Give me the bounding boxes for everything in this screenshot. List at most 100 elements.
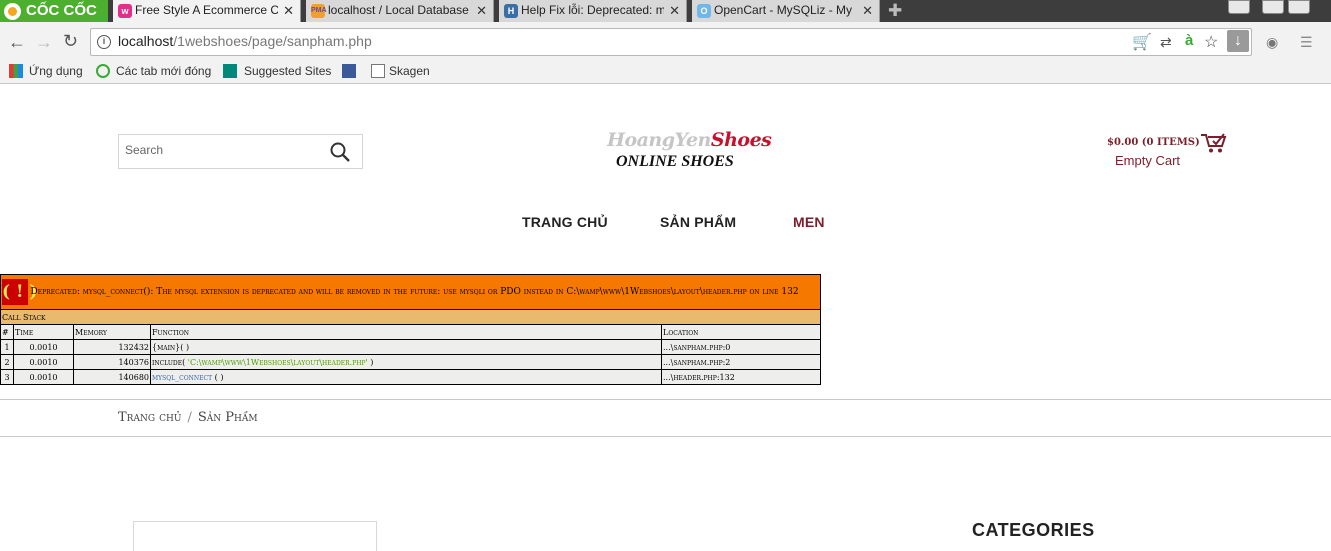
breadcrumb-home[interactable]: Trang chủ: [118, 410, 181, 425]
phpmyadmin-favicon-icon: PMA: [311, 4, 327, 18]
function-suffix: ): [367, 357, 374, 367]
col-location: Location: [661, 324, 821, 340]
search-icon[interactable]: [330, 142, 350, 162]
function-suffix: ( ): [212, 372, 224, 382]
apps-grid-icon: [9, 64, 23, 78]
close-tab-icon[interactable]: ✕: [283, 0, 294, 21]
stack-cell-location: ...\header.php:132: [661, 369, 821, 385]
site-logo[interactable]: HoangYenShoes: [607, 129, 772, 151]
tab-opencart[interactable]: O OpenCart - MySQLiz - My ✕: [692, 0, 880, 22]
stack-cell-n: 1: [0, 339, 14, 355]
breadcrumb-separator: /: [187, 410, 192, 425]
minimize-icon[interactable]: [1262, 0, 1284, 14]
function-link[interactable]: mysql_connect: [152, 373, 212, 382]
new-tab-icon[interactable]: ✚: [888, 1, 902, 21]
stack-cell-memory: 140680: [73, 369, 151, 385]
cart-total[interactable]: $0.00 (0 ITEMS): [1107, 137, 1200, 148]
nav-men[interactable]: MEN: [793, 214, 825, 230]
col-memory: Memory: [73, 324, 151, 340]
stack-cell-n: 3: [0, 369, 14, 385]
bookmark-skagen[interactable]: Skagen: [389, 62, 430, 80]
error-message-row: ( ! ) Deprecated: mysql_connect(): The m…: [0, 274, 821, 310]
product-card-placeholder: [133, 521, 377, 551]
nav-products[interactable]: SẢN PHẨM: [660, 214, 736, 230]
logo-subtitle: ONLINE SHOES: [616, 153, 734, 170]
bookmark-suggested-sites[interactable]: Suggested Sites: [244, 62, 331, 80]
forward-icon[interactable]: →: [35, 32, 53, 53]
tab-free-style[interactable]: w Free Style A Ecommerce C ✕: [113, 0, 301, 22]
call-stack-row: Call Stack: [0, 309, 821, 325]
stack-cell-function: {main}( ): [150, 339, 662, 355]
coccoc-logo-icon: [4, 3, 21, 20]
stack-cell-n: 2: [0, 354, 14, 370]
stack-row: 2 0.0010 140376 include( 'C:\wamp\www\1W…: [0, 354, 821, 370]
ecommerce-favicon-icon: w: [118, 4, 132, 18]
stack-cell-time: 0.0010: [13, 339, 74, 355]
maximize-icon[interactable]: [1288, 0, 1310, 14]
logo-text-part1: HoangYen: [607, 129, 711, 151]
categories-heading: CATEGORIES: [972, 520, 1095, 540]
close-tab-icon[interactable]: ✕: [862, 0, 873, 21]
page-icon: [371, 64, 385, 78]
browser-brand-label: CỐC CỐC: [26, 2, 97, 19]
forum-favicon-icon: H: [504, 4, 518, 18]
call-stack-label: Call Stack: [0, 309, 821, 325]
bookmarks-bar: Ứng dụng Các tab mới đóng Suggested Site…: [0, 60, 1331, 84]
facebook-icon: [342, 64, 356, 78]
cart-icon[interactable]: [1200, 131, 1228, 155]
url-text[interactable]: localhost/1webshoes/page/sanpham.php: [118, 33, 372, 49]
breadcrumb: Trang chủ / Sản Phẩm: [118, 410, 258, 425]
function-arg: 'C:\wamp\www\1Webshoes\layout\header.php…: [187, 357, 368, 367]
browser-brand[interactable]: CỐC CỐC: [0, 0, 108, 22]
tab-phpmyadmin[interactable]: PMA localhost / Local Database ✕: [306, 0, 494, 22]
breadcrumb-bottom-divider: [0, 436, 1331, 437]
search-input[interactable]: [125, 143, 325, 157]
tab-title: OpenCart - MySQLiz - My: [714, 3, 853, 17]
menu-icon[interactable]: ☰: [1300, 34, 1313, 51]
search-box: [118, 134, 363, 169]
stack-header-row: # Time Memory Function Location: [0, 324, 821, 340]
stack-row: 3 0.0010 140680 mysql_connect ( ) ...\he…: [0, 369, 821, 385]
stack-cell-location: ...\sanpham.php:0: [661, 339, 821, 355]
stack-cell-time: 0.0010: [13, 354, 74, 370]
shopping-cart-extension-icon[interactable]: 🛒: [1132, 32, 1152, 52]
download-icon[interactable]: ↓: [1227, 30, 1249, 52]
col-number: #: [0, 324, 14, 340]
site-info-icon[interactable]: i: [97, 35, 111, 49]
col-time: Time: [13, 324, 74, 340]
bookmark-star-icon[interactable]: ☆: [1204, 32, 1218, 52]
close-tab-icon[interactable]: ✕: [669, 0, 680, 21]
bookmark-apps[interactable]: Ứng dụng: [29, 62, 83, 80]
tab-strip: CỐC CỐC w Free Style A Ecommerce C ✕ PMA…: [0, 0, 1331, 22]
camera-icon[interactable]: ◉: [1266, 34, 1278, 51]
stack-cell-time: 0.0010: [13, 369, 74, 385]
url-host: localhost: [118, 33, 174, 49]
breadcrumb-top-divider: [0, 399, 1331, 400]
translate-icon[interactable]: ⇄: [1160, 34, 1172, 51]
user-icon[interactable]: [1228, 0, 1250, 14]
reload-icon[interactable]: ↻: [63, 31, 78, 52]
error-message: Deprecated: mysql_connect(): The mysql e…: [30, 287, 799, 297]
vietnamese-input-icon[interactable]: à: [1185, 32, 1193, 49]
bing-icon: [223, 64, 237, 78]
stack-cell-memory: 132432: [73, 339, 151, 355]
tab-title: localhost / Local Database: [328, 3, 469, 17]
tab-title: Free Style A Ecommerce C: [135, 3, 278, 17]
col-function: Function: [150, 324, 662, 340]
tab-help-fix[interactable]: H Help Fix lỗi: Deprecated: m ✕: [499, 0, 687, 22]
close-tab-icon[interactable]: ✕: [476, 0, 487, 21]
logo-text-part2: Shoes: [710, 129, 772, 151]
breadcrumb-current: Sản Phẩm: [197, 410, 258, 425]
function-prefix: include(: [152, 357, 188, 367]
php-error-table: ( ! ) Deprecated: mysql_connect(): The m…: [0, 274, 821, 385]
back-icon[interactable]: ←: [8, 32, 26, 53]
stack-row: 1 0.0010 132432 {main}( ) ...\sanpham.ph…: [0, 339, 821, 355]
opencart-favicon-icon: O: [697, 4, 711, 18]
stack-cell-function: mysql_connect ( ): [150, 369, 662, 385]
recent-tabs-icon: [96, 64, 110, 78]
cart-status[interactable]: Empty Cart: [1115, 153, 1180, 168]
url-path: /1webshoes/page/sanpham.php: [173, 33, 372, 49]
bookmark-recent-tabs[interactable]: Các tab mới đóng: [116, 62, 211, 80]
stack-cell-memory: 140376: [73, 354, 151, 370]
nav-home[interactable]: TRANG CHỦ: [522, 214, 608, 230]
